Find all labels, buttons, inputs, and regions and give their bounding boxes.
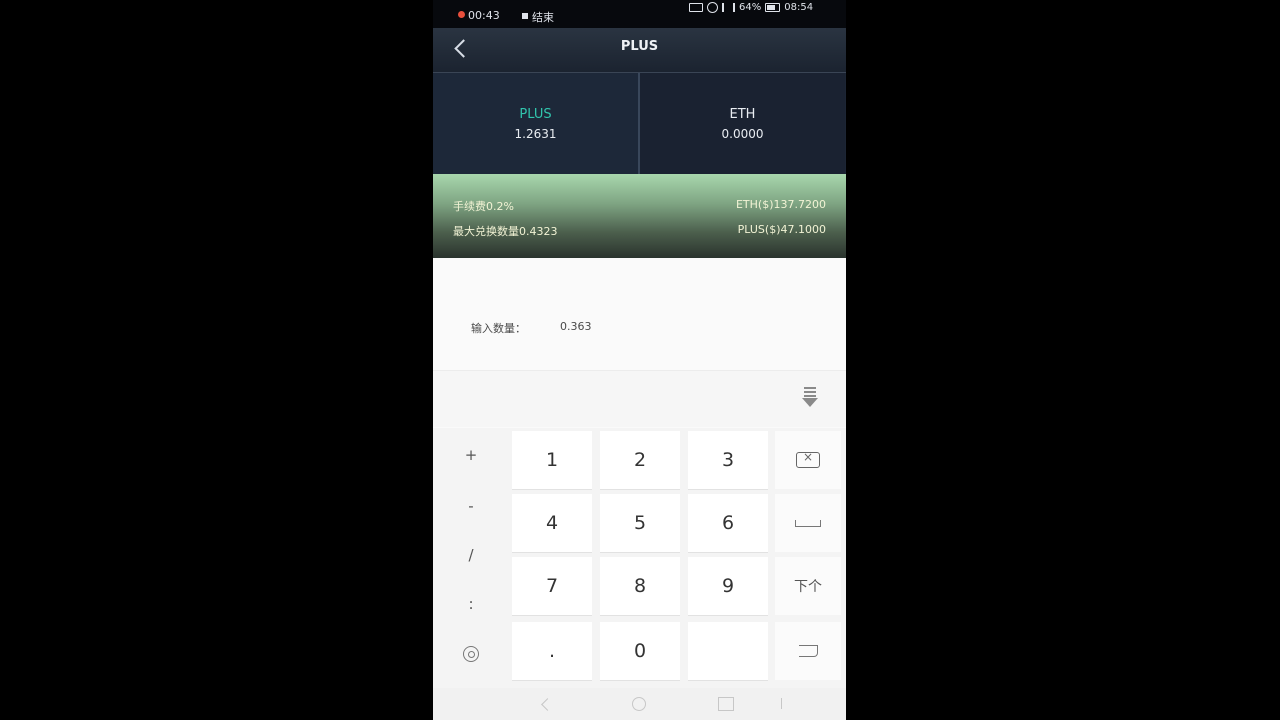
keyboard-hide-icon[interactable] — [799, 385, 821, 411]
key-0[interactable]: 0 — [600, 622, 680, 681]
nav-recent-icon[interactable] — [718, 697, 734, 711]
next-key[interactable]: 下个 — [775, 557, 841, 615]
nav-menu-icon[interactable] — [781, 698, 782, 709]
backspace-icon — [796, 450, 820, 468]
key-9[interactable]: 9 — [688, 557, 768, 616]
quantity-input-row[interactable]: 输入数量： 0.363 — [433, 258, 846, 370]
quantity-input[interactable]: 0.363 — [560, 320, 592, 333]
key-dot[interactable]: . — [512, 622, 592, 681]
keyboard-toolbar — [433, 370, 846, 427]
hd-icon — [689, 2, 703, 12]
phone-screen: 00:43 结束 64% 08:54 PLUS PLUS 1.2631 ETH … — [433, 0, 846, 720]
input-area: 输入数量： 0.363 — [433, 258, 846, 428]
stop-icon[interactable] — [522, 13, 528, 19]
hide-kb-arrow — [802, 398, 818, 407]
status-bar: 00:43 结束 64% 08:54 — [433, 0, 846, 28]
battery-icon — [765, 2, 781, 12]
key-7[interactable]: 7 — [512, 557, 592, 616]
hide-kb-line — [804, 387, 816, 389]
tab-eth[interactable]: ETH 0.0000 — [640, 73, 845, 174]
key-plus[interactable]: + — [433, 446, 509, 464]
key-colon[interactable]: : — [433, 595, 509, 613]
space-icon — [795, 519, 821, 527]
numeric-keyboard: + - / : 1 2 3 4 5 6 7 8 9 . 0 下个 — [433, 428, 846, 720]
hide-kb-line — [804, 395, 816, 397]
record-time: 00:43 — [468, 9, 500, 22]
key-empty[interactable] — [688, 622, 768, 681]
quantity-label: 输入数量： — [471, 322, 526, 335]
exchange-info-banner: 手续费0.2% 最大兑换数量0.4323 ETH($)137.7200 PLUS… — [433, 174, 846, 258]
space-key[interactable] — [775, 494, 841, 552]
enter-key[interactable] — [775, 622, 841, 680]
fee-text: 手续费0.2% — [453, 200, 514, 213]
key-4[interactable]: 4 — [512, 494, 592, 553]
key-slash[interactable]: / — [433, 546, 509, 564]
alarm-icon — [707, 1, 718, 13]
record-dot-icon — [458, 11, 465, 18]
clock: 08:54 — [784, 1, 814, 13]
system-nav-bar — [433, 688, 846, 720]
key-2[interactable]: 2 — [600, 431, 680, 490]
signal-icon — [722, 2, 735, 12]
app-header: PLUS — [433, 28, 846, 73]
tab-plus[interactable]: PLUS 1.2631 — [433, 73, 638, 174]
battery-percent: 64% — [739, 1, 762, 13]
currency-tabs: PLUS 1.2631 ETH 0.0000 — [433, 73, 846, 174]
tab-eth-name: ETH — [729, 107, 756, 122]
tab-eth-value: 0.0000 — [721, 127, 764, 141]
key-3[interactable]: 3 — [688, 431, 768, 490]
plus-price-text: PLUS($)47.1000 — [737, 223, 826, 236]
nav-home-icon[interactable] — [632, 697, 646, 711]
tab-plus-name: PLUS — [519, 107, 552, 122]
status-icons: 64% 08:54 — [689, 0, 813, 14]
max-quantity-text: 最大兑换数量0.4323 — [453, 225, 558, 238]
key-5[interactable]: 5 — [600, 494, 680, 553]
key-at[interactable] — [433, 646, 509, 666]
page-title: PLUS — [620, 39, 659, 54]
key-minus[interactable]: - — [433, 497, 509, 515]
eth-price-text: ETH($)137.7200 — [735, 198, 826, 211]
stop-record-label[interactable]: 结束 — [532, 9, 554, 25]
nav-back-icon[interactable] — [541, 698, 554, 711]
key-8[interactable]: 8 — [600, 557, 680, 616]
at-icon — [463, 646, 479, 662]
tab-plus-value: 1.2631 — [514, 127, 557, 141]
hide-kb-line — [804, 391, 816, 393]
key-6[interactable]: 6 — [688, 494, 768, 553]
backspace-key[interactable] — [775, 431, 841, 489]
key-1[interactable]: 1 — [512, 431, 592, 490]
enter-icon — [798, 645, 818, 657]
